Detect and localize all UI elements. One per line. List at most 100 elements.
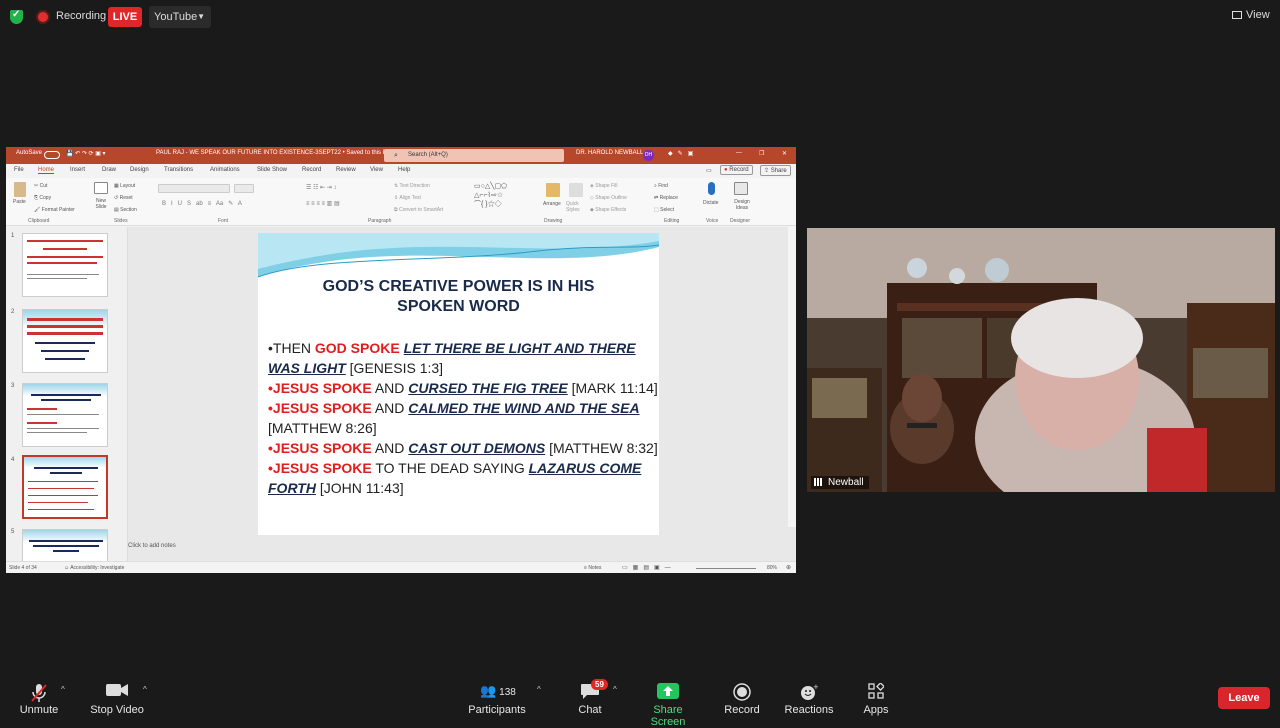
paste-label[interactable]: Paste [13,199,26,205]
microphone-icon[interactable] [708,182,715,195]
stream-target-dropdown[interactable]: YouTube ▼ [149,6,211,28]
slide-thumbnail[interactable] [22,383,108,447]
recording-label[interactable]: Recording [56,10,106,22]
notes-toggle[interactable]: ≡ Notes [584,565,601,571]
section-label: Section [120,207,137,213]
align-text-button[interactable]: ⇕ Align Text [394,195,421,201]
autosave-label[interactable]: AutoSave [16,150,42,156]
slide-thumbnail-selected[interactable] [22,455,108,519]
find-button[interactable]: ⌕ Find [654,183,668,189]
slide-thumbnail[interactable] [22,233,108,297]
encryption-shield-icon[interactable] [10,9,23,24]
copy-button[interactable]: ⎘ Copy [34,195,51,201]
design-ideas-label[interactable]: Design Ideas [732,199,752,211]
participants-button[interactable]: 👥 138 Participants [466,675,528,720]
format-painter-label: Format Painter [41,207,75,213]
arrange-icon[interactable] [546,183,560,197]
tab-file[interactable]: File [14,167,24,173]
audio-options-caret[interactable]: ^ [61,685,65,694]
share-button[interactable]: ⇪ Share [760,165,791,176]
stop-video-button[interactable]: Stop Video [86,675,148,720]
participants-options-caret[interactable]: ^ [537,685,541,694]
tab-slide-show[interactable]: Slide Show [257,167,287,173]
bullet-text: •THEN [268,340,315,356]
shapes-gallery[interactable]: ▭○△╲▢⬠ △⌐⌐⌇⇨☆ ⌒{ }☆◇ [474,182,507,209]
video-options-caret[interactable]: ^ [143,685,147,694]
zoom-slider[interactable] [696,568,756,569]
ppt-search-input[interactable]: ⌕ Search (Alt+Q) [384,149,564,162]
format-painter-button[interactable]: 🖌 Format Painter [34,207,75,213]
replace-button[interactable]: ⇄ Replace [654,195,678,201]
participant-video-tile[interactable]: Newball [807,228,1275,492]
user-avatar[interactable]: DH [643,150,654,161]
ribbon-icons[interactable]: ◆ ✎ ▣ [668,150,693,157]
slide-scrollbar[interactable] [788,227,796,527]
quick-access-icons[interactable]: 💾 ↶ ↷ ⟳ ▣ ▾ [66,150,106,157]
live-badge[interactable]: LIVE [108,7,142,27]
restore-icon[interactable]: ❐ [759,150,764,157]
new-slide-label[interactable]: New Slide [94,198,108,210]
fit-slide-icon[interactable]: ⊕ [786,564,791,571]
accessibility-status[interactable]: ☺ Accessibility: Investigate [64,565,124,571]
paste-icon[interactable] [14,182,26,197]
quick-styles-label[interactable]: Quick Styles [566,201,586,213]
tab-record[interactable]: Record [302,167,321,173]
current-slide[interactable]: GOD’S CREATIVE POWER IS IN HIS SPOKEN WO… [258,233,659,535]
reset-button[interactable]: ↺ Reset [114,195,133,201]
document-title[interactable]: PAUL RAJ - WE SPEAK OUR FUTURE INTO EXIS… [156,150,391,156]
select-label: Select [660,207,675,213]
tab-draw[interactable]: Draw [102,167,116,173]
view-mode-buttons[interactable]: ▭ ▦ ▤ ▣ — [622,564,671,571]
thumb-line [27,278,87,279]
comments-icon[interactable]: ▭ [706,167,712,174]
view-button[interactable]: View [1232,9,1270,21]
tab-insert[interactable]: Insert [70,167,85,173]
slide-thumbnail[interactable] [22,309,108,373]
tab-transitions[interactable]: Transitions [164,167,193,173]
share-screen-button[interactable]: Share Screen [636,675,700,728]
smartart-button[interactable]: ⧉ Convert to SmartArt [394,207,443,213]
autosave-toggle[interactable] [44,151,60,159]
apps-button[interactable]: Apps [856,675,896,720]
user-name[interactable]: DR. HAROLD NEWBALL [576,150,643,156]
select-button[interactable]: ⬚ Select [654,207,674,213]
zoom-level[interactable]: 80% [767,565,777,571]
font-size-select[interactable] [234,184,254,193]
thumb-line [33,545,99,547]
shape-effects-button[interactable]: ◆ Shape Effects [590,207,626,213]
align-buttons[interactable]: ≡ ≡ ≡ ≡ ▥ ▤ [306,200,340,207]
cut-button[interactable]: ✂ Cut [34,183,47,189]
quick-styles-icon[interactable] [569,183,583,197]
close-icon[interactable]: ✕ [782,150,787,157]
ppt-title-bar: AutoSave 💾 ↶ ↷ ⟳ ▣ ▾ PAUL RAJ - WE SPEAK… [6,147,796,164]
reactions-button[interactable]: + Reactions [784,675,834,720]
tab-animations[interactable]: Animations [210,167,240,173]
list-buttons[interactable]: ☰ ☷ ⇤ ⇥ ↕ [306,184,336,191]
tab-help[interactable]: Help [398,167,410,173]
svg-text:+: + [813,683,818,691]
tab-design[interactable]: Design [130,167,149,173]
minimize-icon[interactable]: — [736,150,742,156]
record-dot-icon: ● [724,167,728,173]
shape-fill-button[interactable]: ◈ Shape Fill [590,183,617,189]
dictate-label[interactable]: Dictate [703,200,719,206]
record-button[interactable]: ● Record [720,165,753,175]
record-meeting-button[interactable]: Record [720,675,764,720]
new-slide-icon[interactable] [94,182,108,194]
design-ideas-icon[interactable] [734,182,748,195]
layout-button[interactable]: ▦ Layout [114,183,135,189]
tab-view[interactable]: View [370,167,383,173]
leave-button[interactable]: Leave [1218,687,1270,709]
font-format-buttons[interactable]: B I U S ab ≡ Aa ✎ A [162,200,242,207]
arrange-label[interactable]: Arrange [543,201,561,207]
notes-placeholder[interactable]: Click to add notes [128,543,176,549]
shape-outline-button[interactable]: ◇ Shape Outline [590,195,627,201]
view-label: View [1246,9,1270,21]
tab-home[interactable]: Home [38,167,55,174]
text-direction-button[interactable]: ⇅ Text Direction [394,183,430,189]
unmute-button[interactable]: Unmute [14,675,64,720]
font-name-select[interactable] [158,184,230,193]
tab-review[interactable]: Review [336,167,356,173]
chat-options-caret[interactable]: ^ [613,685,617,694]
section-button[interactable]: ▤ Section [114,207,137,213]
